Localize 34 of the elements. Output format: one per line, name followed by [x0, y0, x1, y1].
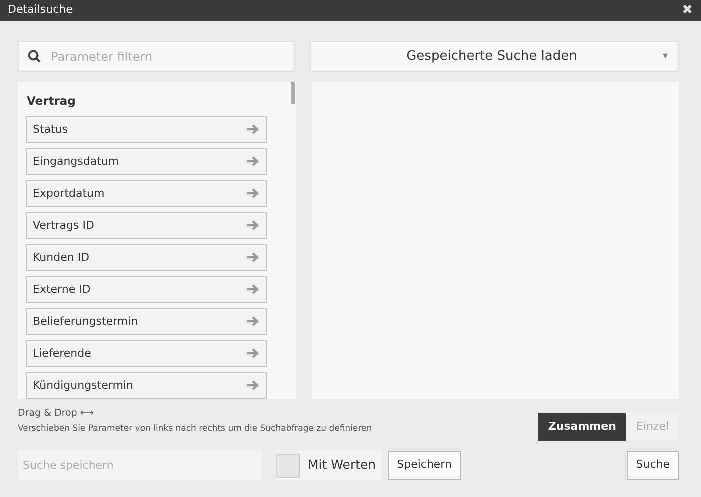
parameter-item[interactable]: Vertrags ID: [26, 212, 267, 240]
parameter-item[interactable]: Eingangsdatum: [26, 148, 267, 176]
parameter-item[interactable]: Kündigungstermin: [26, 372, 267, 399]
hint-title: Drag & Drop ⟷: [18, 407, 96, 421]
checkbox-label: Mit Werten: [308, 456, 376, 474]
group-heading: Vertrag: [27, 93, 76, 110]
window-title: Detailsuche: [8, 2, 73, 18]
arrow-right-icon: [247, 220, 260, 232]
parameter-item[interactable]: Exportdatum: [26, 180, 267, 208]
search-icon: [28, 50, 41, 63]
arrow-right-icon: [247, 348, 260, 360]
parameter-item[interactable]: Belieferungstermin: [26, 308, 267, 336]
parameter-item[interactable]: Kunden ID: [26, 244, 267, 272]
filter-field[interactable]: Parameter filtern: [18, 41, 295, 72]
arrow-right-icon: [247, 188, 260, 200]
arrow-right-icon: [247, 252, 260, 264]
caret-icon: ▾: [662, 49, 668, 64]
save-name-field[interactable]: Suche speichern: [18, 451, 262, 480]
arrow-right-icon: [247, 284, 260, 296]
mode-toggle[interactable]: Zusammen: [538, 412, 626, 441]
scrollbar-thumb[interactable]: [291, 82, 295, 104]
arrow-right-icon: [247, 124, 260, 136]
parameter-item[interactable]: Externe ID: [26, 276, 267, 304]
close-icon[interactable]: ✖: [682, 4, 693, 17]
search-button[interactable]: Suche: [627, 451, 679, 480]
parameter-item[interactable]: Lieferende: [26, 340, 267, 368]
arrow-right-icon: [247, 316, 260, 328]
saved-search-dropdown[interactable]: Gespeicherte Suche laden ▾: [310, 41, 679, 72]
hint-text: Verschieben Sie Parameter von links nach rechts um die Suchabfrage zu definieren: [18, 423, 372, 436]
arrow-right-icon: [247, 380, 260, 392]
checkbox[interactable]: [276, 454, 300, 478]
parameter-item[interactable]: Status: [26, 116, 267, 144]
arrow-right-icon: [247, 156, 260, 168]
save-button[interactable]: Speichern: [388, 451, 461, 480]
